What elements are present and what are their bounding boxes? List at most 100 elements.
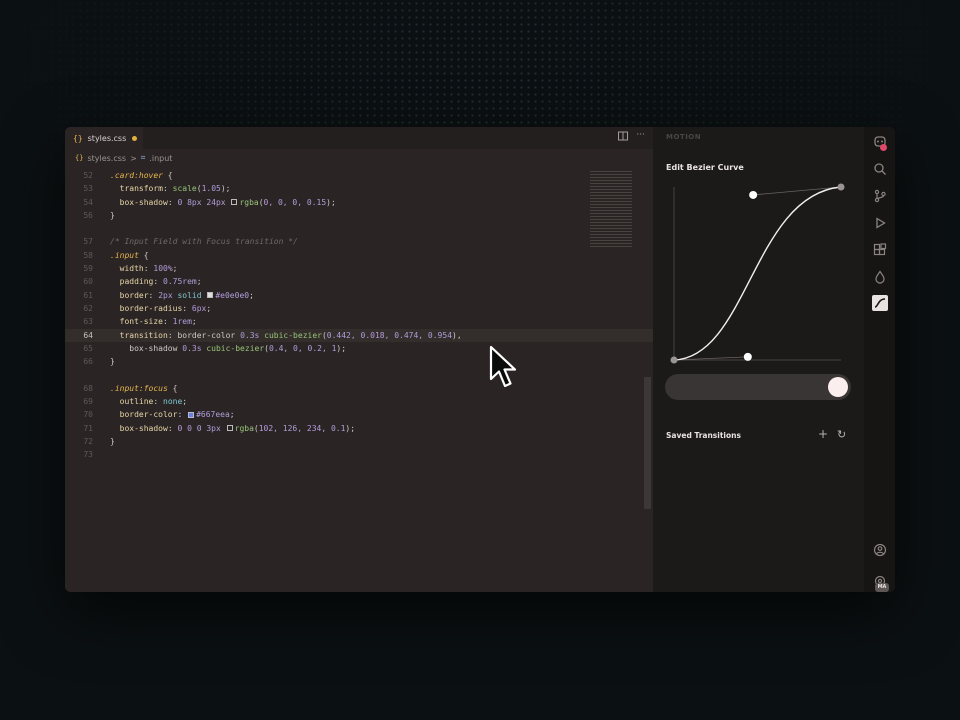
account-icon[interactable] <box>872 542 888 558</box>
code-text: .input:focus { <box>110 382 177 395</box>
breadcrumb-file[interactable]: styles.css <box>87 154 126 163</box>
code-line[interactable]: 52 .card:hover { <box>65 169 653 182</box>
line-number: 69 <box>83 397 93 407</box>
motion-extension-icon[interactable] <box>872 295 888 311</box>
code-text: border-color: #667eea; <box>110 408 235 421</box>
control-point-2[interactable] <box>749 190 758 199</box>
color-swatch-icon[interactable] <box>188 411 195 418</box>
code-line[interactable]: 64 transition: border-color 0.3s cubic-b… <box>65 328 653 342</box>
code-token: transition <box>119 330 168 340</box>
code-token: { <box>162 171 173 180</box>
code-line[interactable]: 62 border-radius: 6px; <box>65 302 653 315</box>
code-token: ); <box>220 184 231 194</box>
code-line[interactable]: 56} <box>65 209 653 222</box>
code-line[interactable]: 53 transform: scale(1.05); <box>65 182 653 195</box>
code-text: border-radius: 6px; <box>110 302 212 315</box>
color-swatch-icon[interactable] <box>226 425 233 432</box>
drop-icon[interactable] <box>872 269 888 285</box>
editor-scrollbar[interactable] <box>644 377 651 509</box>
editor-window: {} styles.css ··· {} styles.css > ⌗ .inp… <box>65 127 895 592</box>
code-token: ); <box>336 343 347 353</box>
breadcrumb: {} styles.css > ⌗ .input <box>75 153 172 163</box>
code-token: : border-color <box>167 330 241 340</box>
code-text: .input { <box>110 249 149 262</box>
code-token: #667eea <box>196 410 230 420</box>
code-token: : <box>153 277 163 287</box>
tab-bar: {} styles.css ··· <box>65 127 653 149</box>
code-line[interactable]: 69 outline: none; <box>65 395 653 408</box>
search-icon[interactable] <box>872 161 888 177</box>
tab-label: styles.css <box>87 133 127 143</box>
code-token: : <box>182 303 192 313</box>
minimap[interactable] <box>590 171 632 247</box>
more-actions-icon[interactable]: ··· <box>636 131 645 144</box>
code-token: { <box>167 383 178 393</box>
code-line[interactable]: 66} <box>65 355 653 368</box>
code-line[interactable]: 63 font-size: 1rem; <box>65 315 653 328</box>
code-line[interactable]: 65 box-shadow 0.3s cubic-bezier(0.4, 0, … <box>65 342 653 355</box>
line-number: 71 <box>83 423 93 433</box>
code-editor: {} styles.css ··· {} styles.css > ⌗ .inp… <box>65 127 653 592</box>
css-file-icon: {} <box>75 154 84 162</box>
code-token: cubic-bezier <box>206 343 265 353</box>
line-number: 56 <box>83 210 93 220</box>
code-token: } <box>110 436 115 446</box>
code-line[interactable]: 59 width: 100%; <box>65 262 653 275</box>
run-debug-icon[interactable] <box>872 215 888 231</box>
code-line[interactable] <box>65 368 653 381</box>
slider-knob[interactable] <box>828 377 848 397</box>
source-control-icon[interactable] <box>872 188 888 204</box>
code-token: rgba <box>239 197 259 207</box>
code-token: ; <box>249 290 254 300</box>
code-text: padding: 0.75rem; <box>110 275 202 288</box>
code-line[interactable]: 61 border: 2px solid #e0e0e0; <box>65 289 653 302</box>
code-line[interactable]: 72} <box>65 435 653 448</box>
code-token: padding <box>119 277 154 287</box>
color-swatch-icon[interactable] <box>231 199 238 206</box>
code-line[interactable]: 73 <box>65 448 653 461</box>
code-token: 0.3s <box>240 330 265 340</box>
line-number: 58 <box>83 250 93 260</box>
breadcrumb-separator: > <box>130 153 137 163</box>
tab-styles-css[interactable]: {} styles.css <box>65 127 143 149</box>
code-token: .input:focus <box>110 383 168 393</box>
line-number: 73 <box>83 450 93 460</box>
account-badge: MA <box>875 583 889 592</box>
color-swatch-icon[interactable] <box>207 292 214 299</box>
code-line[interactable]: 54 box-shadow: 0 8px 24px rgba(0, 0, 0, … <box>65 196 653 209</box>
code-token: : <box>148 290 159 300</box>
code-token: outline <box>119 397 154 407</box>
bezier-curve-editor[interactable] <box>661 177 851 367</box>
code-line[interactable]: 68 .input:focus { <box>65 382 653 395</box>
breadcrumb-symbol[interactable]: .input <box>149 154 172 163</box>
code-token: ; <box>196 277 202 287</box>
code-line[interactable]: 58 .input { <box>65 249 653 262</box>
line-number: 63 <box>83 317 93 327</box>
code-line[interactable]: 60 padding: 0.75rem; <box>65 275 653 288</box>
code-line[interactable]: 57 /* Input Field with Focus transition *… <box>65 235 653 248</box>
unsaved-dot-icon[interactable] <box>132 135 138 141</box>
activity-bar: MA <box>864 127 895 592</box>
line-number: 72 <box>83 436 93 446</box>
code-text: /* Input Field with Focus transition */ <box>110 235 298 248</box>
code-text: } <box>110 435 115 448</box>
code-text: border: 2px solid #e0e0e0; <box>110 289 254 302</box>
code-token: border <box>119 290 149 300</box>
code-text: box-shadow: 0 8px 24px rgba(0, 0, 0, 0.1… <box>110 196 336 209</box>
code-token: : <box>143 264 154 274</box>
curve-end-point <box>837 183 845 191</box>
preview-slider[interactable] <box>665 374 851 400</box>
refresh-icon[interactable]: ↻ <box>837 428 846 442</box>
code-line[interactable]: 71 box-shadow: 0 0 0 3px rgba(102, 126, … <box>65 422 653 435</box>
code-token: 2px <box>158 290 178 300</box>
code-token: { <box>138 250 149 260</box>
split-editor-icon[interactable] <box>618 131 629 144</box>
code-area[interactable]: 52 .card:hover {53 transform: scale(1.05)… <box>65 169 653 462</box>
code-line[interactable] <box>65 222 653 235</box>
add-icon[interactable]: + <box>818 427 828 441</box>
control-point-1[interactable] <box>743 352 752 361</box>
extensions-icon[interactable] <box>872 242 888 258</box>
saved-transitions-title: Saved Transitions <box>666 431 741 440</box>
code-line[interactable]: 70 border-color: #667eea; <box>65 408 653 421</box>
